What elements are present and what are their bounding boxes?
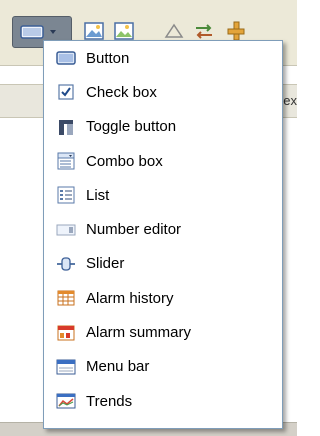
toggle-button-icon [56,117,76,137]
strip-text: ex [283,93,297,108]
button-widget-icon [56,48,76,68]
menu-item-toggle-button[interactable]: Toggle button [44,110,282,144]
menu-item-label: Combo box [86,152,163,170]
menu-item-label: Alarm history [86,289,174,307]
list-icon [56,185,76,205]
menu-item-combo-box[interactable]: Combo box [44,144,282,178]
menu-bar-icon [56,357,76,377]
arrows-icon [196,24,212,39]
menu-item-label: Toggle button [86,118,177,136]
slider-icon [56,254,76,274]
menu-item-label: Menu bar [86,358,150,376]
pipe-icon [227,21,245,41]
alarm-history-icon [56,288,76,308]
menu-item-check-box[interactable]: Check box [44,75,282,109]
menu-item-label: Slider [86,255,125,273]
menu-item-button[interactable]: Button [44,41,282,75]
menu-item-alarm-history[interactable]: Alarm history [44,281,282,315]
menu-item-label: Alarm summary [86,324,192,342]
picture-icon [114,22,134,40]
image-icon [84,22,104,40]
alarm-summary-icon [56,323,76,343]
combo-box-icon [56,151,76,171]
menu-item-number-editor[interactable]: Number editor [44,212,282,246]
menu-item-label: List [86,186,110,204]
menu-item-menu-bar[interactable]: Menu bar [44,350,282,384]
menu-item-label: Check box [86,83,157,101]
menu-item-label: Button [86,49,130,67]
menu-item-list[interactable]: List [44,178,282,212]
trends-icon [56,391,76,411]
shape-icon [164,23,184,38]
menu-item-label: Number editor [86,221,182,239]
menu-item-slider[interactable]: Slider [44,247,282,281]
checkbox-icon [56,82,76,102]
menu-item-label: Trends [86,392,133,410]
menu-item-alarm-summary[interactable]: Alarm summary [44,315,282,349]
number-editor-icon [56,220,76,240]
widget-dropdown-menu: Button Check box Toggle button Combo box… [43,40,283,429]
menu-item-trends[interactable]: Trends [44,384,282,418]
